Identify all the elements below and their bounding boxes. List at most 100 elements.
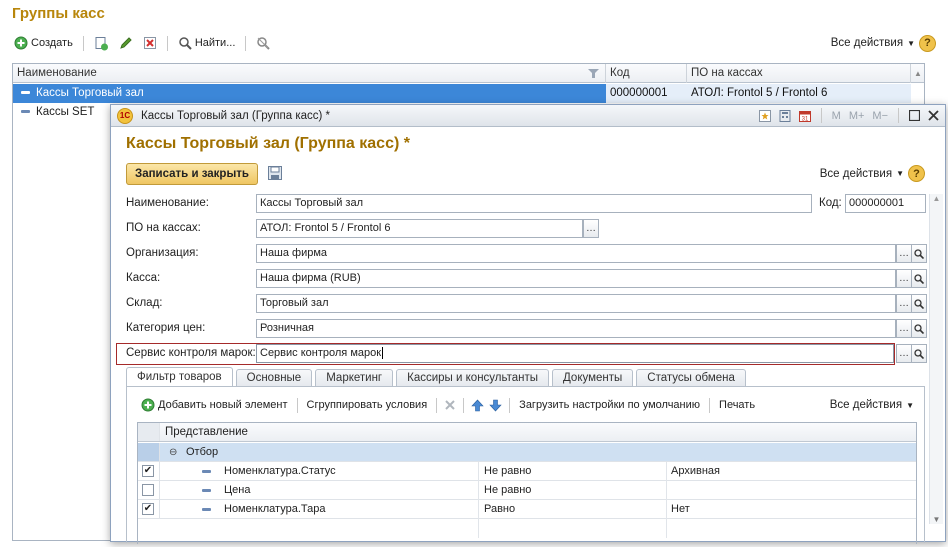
move-up-icon[interactable] (471, 399, 484, 412)
delete-icon[interactable] (444, 399, 456, 411)
tab-exchange-statuses[interactable]: Статусы обмена (636, 369, 746, 387)
filter-all-actions[interactable]: Все действия ▼ (830, 399, 914, 411)
column-representation-header[interactable]: Представление (165, 423, 248, 442)
create-button[interactable]: Создать (12, 35, 75, 51)
form-heading: Кассы Торговый зал (Группа касс) * (126, 135, 410, 152)
mark-service-label: Сервис контроля марок: (126, 347, 256, 359)
form-all-actions[interactable]: Все действия ▼ ? (820, 165, 925, 182)
chevron-down-icon: ▼ (906, 400, 914, 410)
column-code-header[interactable]: Код (606, 64, 687, 83)
condition-icon (202, 470, 211, 473)
sklad-input[interactable]: Торговый зал (256, 294, 896, 313)
toolbar-separator (166, 35, 168, 51)
filter-row-checkbox[interactable] (142, 484, 154, 496)
filter-group-row[interactable]: ⊖ Отбор (138, 443, 916, 462)
po-label: ПО на кассах: (126, 222, 201, 234)
condition-icon (202, 508, 211, 511)
filter-row-checkbox[interactable]: ✔ (142, 503, 154, 515)
column-po-header[interactable]: ПО на кассах (687, 64, 911, 83)
save-icon[interactable] (268, 166, 282, 180)
find-button[interactable]: Найти... (176, 35, 238, 51)
titlebar-separator (820, 108, 822, 123)
help-icon[interactable]: ? (919, 34, 936, 52)
price-category-select-button[interactable]: … (896, 319, 912, 338)
maximize-icon[interactable] (909, 110, 920, 121)
delete-icon (143, 37, 156, 49)
find-label: Найти... (194, 37, 236, 49)
add-element-label: Добавить новый элемент (158, 399, 288, 411)
sklad-select-button[interactable]: … (896, 294, 912, 313)
list-all-actions[interactable]: Все действия ▼ ? (830, 34, 936, 52)
memory-mminus-button[interactable]: M− (872, 110, 888, 122)
filter-operator: Не равно (484, 484, 532, 496)
pencil-icon (120, 37, 132, 49)
group-icon (21, 110, 30, 114)
scroll-up-icon[interactable]: ▲ (911, 64, 925, 83)
tab-main[interactable]: Основные (235, 369, 313, 387)
toolbar-separator (245, 35, 247, 51)
load-defaults-button[interactable]: Загрузить настройки по умолчанию (517, 398, 702, 412)
mark-service-open-button[interactable] (911, 344, 927, 363)
copy-button[interactable] (92, 35, 111, 52)
copy-icon (95, 36, 108, 50)
edit-button[interactable] (117, 35, 135, 51)
mark-service-input[interactable]: Сервис контроля марок (256, 344, 894, 363)
code-label: Код: (819, 197, 842, 209)
tab-documents[interactable]: Документы (552, 369, 634, 387)
delete-button[interactable] (141, 35, 159, 51)
name-input[interactable]: Кассы Торговый зал (256, 194, 812, 213)
search-icon (914, 248, 924, 259)
filter-operator: Не равно (484, 465, 532, 477)
filter-row[interactable]: Цена Не равно (138, 481, 916, 500)
cancel-search-button[interactable] (254, 35, 273, 52)
code-input[interactable]: 000000001 (845, 194, 926, 213)
all-actions-label: Все действия (819, 167, 893, 180)
kassa-select-button[interactable]: … (896, 269, 912, 288)
form-scrollbar[interactable]: ▲ ▼ (929, 194, 943, 524)
po-input[interactable]: АТОЛ: Frontol 5 / Frontol 6 (256, 219, 583, 238)
kassa-open-button[interactable] (911, 269, 927, 288)
all-actions-label: Все действия (830, 37, 904, 49)
list-row[interactable]: Кассы Торговый зал 000000001 АТОЛ: Front… (13, 84, 911, 103)
sklad-open-button[interactable] (911, 294, 927, 313)
calendar-icon[interactable]: 31 (798, 110, 811, 122)
calculator-icon[interactable] (779, 109, 791, 122)
add-element-button[interactable]: Добавить новый элемент (139, 397, 290, 413)
org-select-button[interactable]: … (896, 244, 912, 263)
org-open-button[interactable] (911, 244, 927, 263)
move-down-icon[interactable] (489, 399, 502, 412)
kassa-input[interactable]: Наша фирма (RUB) (256, 269, 896, 288)
price-category-input[interactable]: Розничная (256, 319, 896, 338)
favorite-icon[interactable] (758, 109, 771, 122)
column-name-header[interactable]: Наименование (13, 64, 606, 83)
help-icon[interactable]: ? (908, 165, 925, 182)
scroll-down-icon[interactable]: ▼ (930, 515, 943, 524)
filter-row[interactable]: ✔ Номенклатура.Тара Равно Нет (138, 500, 916, 519)
group-label: Отбор (186, 446, 219, 458)
po-select-button[interactable]: … (583, 219, 599, 238)
tab-cashiers[interactable]: Кассиры и консультанты (396, 369, 550, 387)
filter-row-checkbox[interactable]: ✔ (142, 465, 154, 477)
tab-marketing[interactable]: Маркетинг (315, 369, 394, 387)
filter-grid-header: Представление (138, 423, 916, 442)
scroll-up-icon[interactable]: ▲ (930, 194, 943, 203)
form-titlebar: 1С Кассы Торговый зал (Группа касс) * 31… (111, 105, 945, 127)
mark-service-select-button[interactable]: … (896, 344, 912, 363)
list-grid-header: Наименование Код ПО на кассах ▲ (13, 64, 924, 83)
filter-value: Архивная (671, 465, 720, 477)
filter-row[interactable]: ✔ Номенклатура.Статус Не равно Архивная (138, 462, 916, 481)
price-category-open-button[interactable] (911, 319, 927, 338)
memory-m-button[interactable]: M (832, 110, 841, 122)
save-and-close-button[interactable]: Записать и закрыть (126, 163, 258, 185)
close-icon[interactable] (928, 110, 939, 121)
collapse-icon[interactable]: ⊖ (169, 443, 177, 462)
group-conditions-button[interactable]: Сгруппировать условия (305, 398, 430, 412)
search-icon (914, 298, 924, 309)
search-icon (914, 348, 924, 359)
memory-mplus-button[interactable]: M+ (849, 110, 865, 122)
print-button[interactable]: Печать (717, 398, 757, 412)
list-toolbar: Создать Найти... Все действия ▼ ? (12, 32, 936, 54)
org-label: Организация: (126, 247, 199, 259)
tab-product-filter[interactable]: Фильтр товаров (126, 367, 233, 387)
org-input[interactable]: Наша фирма (256, 244, 896, 263)
